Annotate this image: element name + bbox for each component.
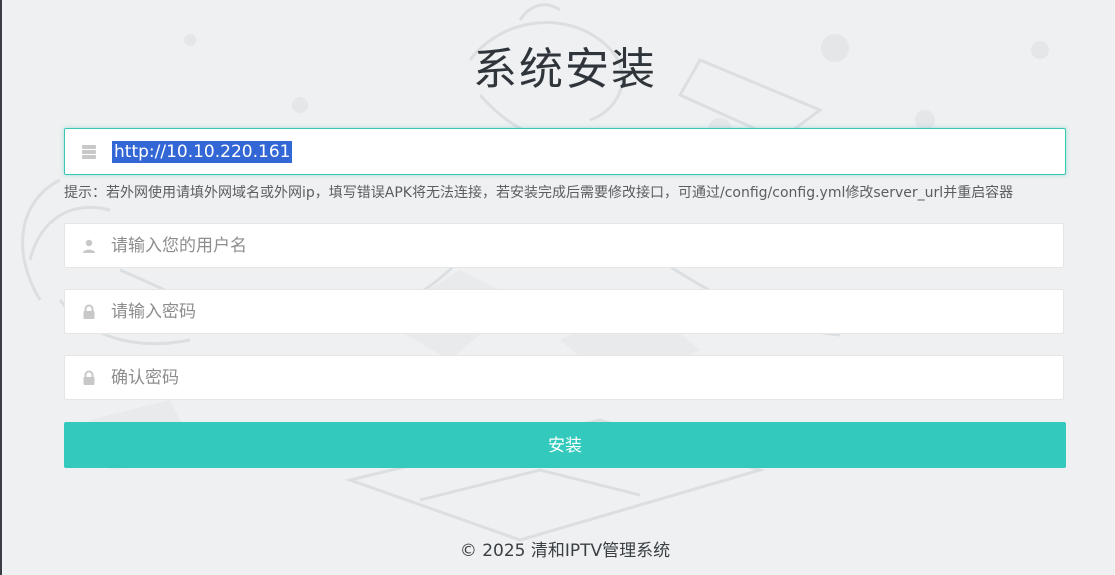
server-url-field[interactable]: http://10.10.220.161 xyxy=(64,128,1066,175)
server-icon xyxy=(82,145,96,159)
server-url-value[interactable]: http://10.10.220.161 xyxy=(112,141,293,163)
install-hint: 提示：若外网使用请填外网域名或外网ip，填写错误APK将无法连接，若安装完成后需… xyxy=(64,185,1014,201)
page-title: 系统安装 xyxy=(473,44,657,95)
install-button[interactable]: 安装 xyxy=(64,422,1066,468)
username-field[interactable] xyxy=(64,223,1064,268)
confirm-password-field[interactable] xyxy=(64,355,1064,400)
lock-icon xyxy=(83,304,95,319)
password-input[interactable] xyxy=(111,290,1051,333)
confirm-password-input[interactable] xyxy=(111,356,1051,399)
password-field[interactable] xyxy=(64,289,1064,334)
user-icon xyxy=(83,239,95,253)
lock-icon xyxy=(83,370,95,385)
username-input[interactable] xyxy=(111,224,1051,267)
footer-copyright: © 2025 清和IPTV管理系统 xyxy=(459,541,671,561)
